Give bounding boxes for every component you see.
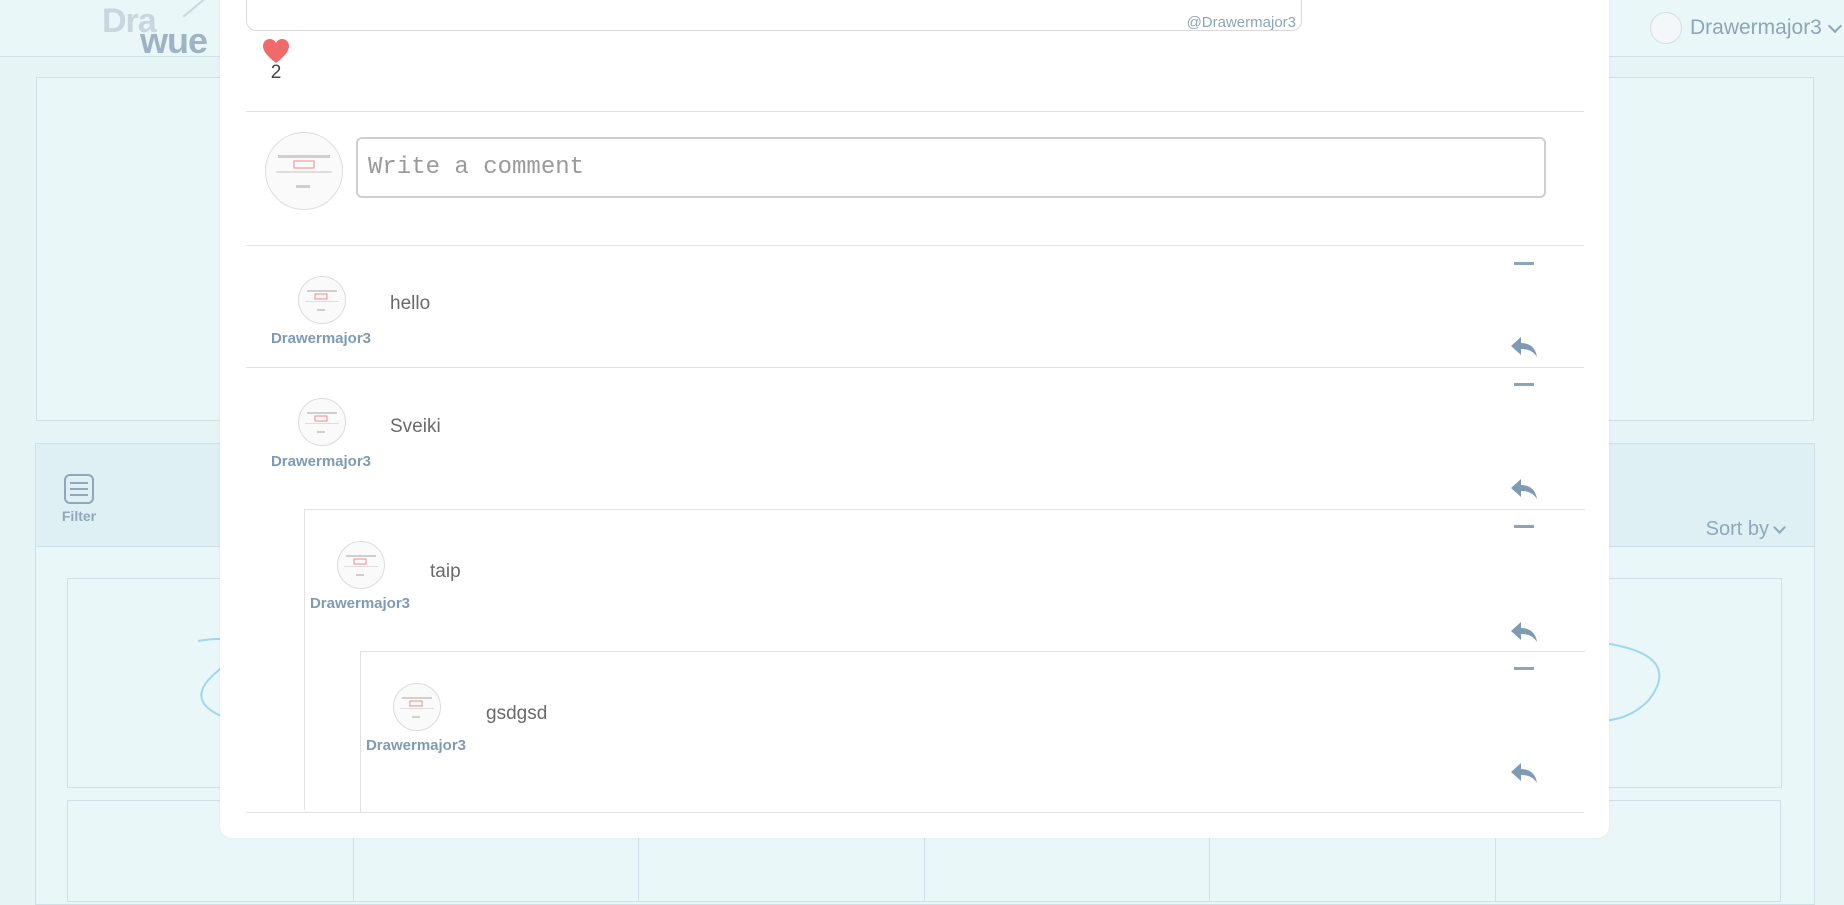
author-tag[interactable]: @Drawermajor3 bbox=[1185, 14, 1296, 31]
collapse-icon[interactable] bbox=[1514, 383, 1534, 386]
filter-label: Filter bbox=[61, 508, 97, 524]
like-button[interactable]: 2 bbox=[262, 38, 290, 84]
collapse-icon[interactable] bbox=[1514, 262, 1534, 265]
comment-item: Drawermajor3 gsdgsd bbox=[361, 652, 1584, 792]
collapse-icon[interactable] bbox=[1514, 525, 1534, 528]
sort-by-label: Sort by bbox=[1705, 518, 1769, 540]
comment-input[interactable] bbox=[356, 137, 1546, 198]
divider bbox=[246, 812, 1584, 813]
logo[interactable]: Dra wue bbox=[100, 0, 220, 61]
avatar bbox=[1650, 12, 1682, 44]
comment-item: Drawermajor3 taip bbox=[305, 510, 1584, 650]
comment-author[interactable]: Drawermajor3 bbox=[266, 453, 376, 470]
divider bbox=[246, 111, 1584, 112]
comment-author[interactable]: Drawermajor3 bbox=[305, 595, 415, 612]
comment-author[interactable]: Drawermajor3 bbox=[361, 737, 471, 754]
sort-by-dropdown[interactable]: Sort by bbox=[1705, 518, 1786, 541]
avatar[interactable] bbox=[337, 541, 385, 589]
avatar[interactable] bbox=[298, 276, 346, 324]
comment-text: hello bbox=[390, 293, 431, 314]
like-count: 2 bbox=[270, 62, 282, 83]
comment-text: taip bbox=[430, 561, 461, 582]
filter-button[interactable]: Filter bbox=[56, 474, 102, 524]
collapse-icon[interactable] bbox=[1514, 667, 1534, 670]
reply-icon[interactable] bbox=[1510, 478, 1538, 500]
comment-text: Sveiki bbox=[390, 416, 441, 437]
reply-icon[interactable] bbox=[1510, 336, 1538, 358]
avatar[interactable] bbox=[393, 683, 441, 731]
reply-icon[interactable] bbox=[1510, 621, 1538, 643]
comment-item: Drawermajor3 hello bbox=[246, 246, 1584, 366]
user-menu[interactable]: Drawermajor3 bbox=[1650, 10, 1842, 46]
comments-modal: 2 @Drawermajor3 Drawermajor3 hello Drawe… bbox=[220, 0, 1609, 838]
reply-icon[interactable] bbox=[1510, 762, 1538, 784]
chevron-down-icon bbox=[1827, 18, 1842, 34]
comment-item: Drawermajor3 Sveiki bbox=[246, 368, 1584, 508]
filter-icon bbox=[64, 474, 94, 504]
avatar bbox=[265, 132, 343, 210]
chevron-down-icon bbox=[1773, 521, 1786, 534]
comment-author[interactable]: Drawermajor3 bbox=[266, 330, 376, 347]
heart-icon bbox=[263, 39, 289, 63]
logo-bottom-text: wue bbox=[140, 20, 208, 61]
avatar[interactable] bbox=[298, 398, 346, 446]
drawing-preview-box bbox=[246, 0, 1302, 31]
username: Drawermajor3 bbox=[1690, 16, 1822, 39]
comment-text: gsdgsd bbox=[486, 703, 548, 724]
